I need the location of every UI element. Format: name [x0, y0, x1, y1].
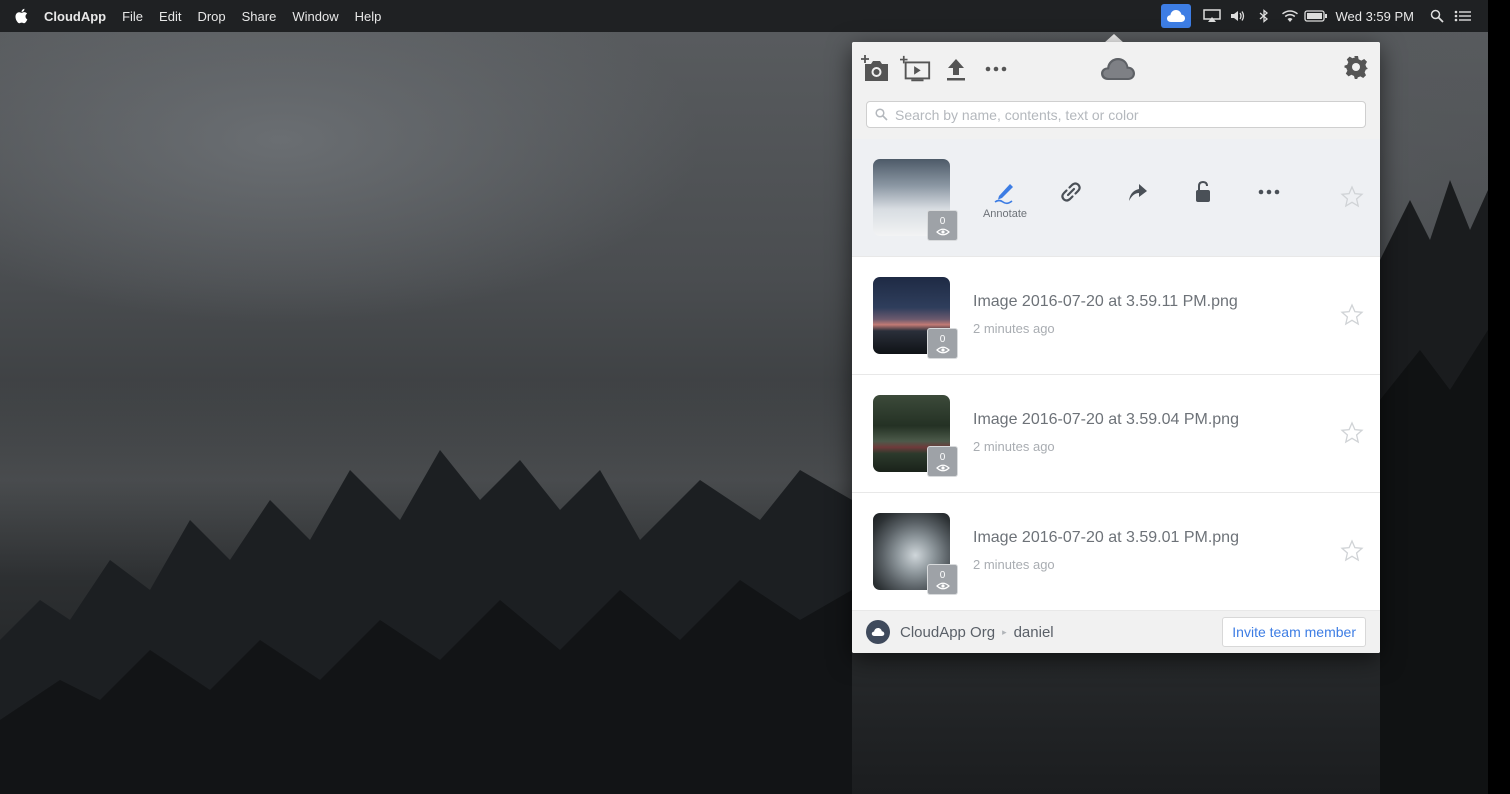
menu-share[interactable]: Share [242, 9, 277, 24]
upload-icon[interactable] [940, 53, 972, 85]
star-icon[interactable] [1340, 539, 1364, 563]
view-count-badge: 0 [927, 328, 958, 359]
item-time: 2 minutes ago [973, 439, 1055, 454]
view-count-badge: 0 [927, 446, 958, 477]
spotlight-search-icon[interactable] [1424, 6, 1450, 26]
menu-edit[interactable]: Edit [159, 9, 181, 24]
cloud-icon[interactable] [1100, 56, 1136, 87]
search-field[interactable] [866, 101, 1366, 128]
wifi-icon[interactable] [1277, 6, 1303, 26]
item-time: 2 minutes ago [973, 321, 1055, 336]
gear-icon[interactable] [1344, 55, 1368, 84]
star-icon[interactable] [1340, 303, 1364, 327]
menu-window[interactable]: Window [292, 9, 338, 24]
user-name[interactable]: daniel [1014, 624, 1054, 641]
toolbar-more-icon[interactable] [980, 53, 1012, 85]
view-count-badge: 0 [927, 564, 958, 595]
popover-footer: CloudApp Org ▸ daniel Invite team member [852, 611, 1380, 653]
screen-edge [1488, 0, 1510, 794]
lock-icon [1196, 180, 1210, 202]
search-input[interactable] [895, 106, 1355, 123]
org-name[interactable]: CloudApp Org [900, 624, 995, 641]
menu-drop[interactable]: Drop [197, 9, 225, 24]
search-icon [875, 107, 889, 122]
link-icon [1061, 182, 1081, 202]
copy-link-button[interactable] [1038, 179, 1104, 229]
record-video-icon[interactable] [900, 53, 932, 85]
eye-icon [935, 464, 950, 471]
status-area: Wed 3:59 PM [1161, 0, 1488, 32]
view-count: 0 [939, 451, 946, 463]
annotate-label: Annotate [982, 208, 1028, 220]
notification-center-icon[interactable] [1450, 6, 1476, 26]
invite-team-member-button[interactable]: Invite team member [1222, 617, 1366, 647]
selected-item-row[interactable]: 0 Annotate [852, 139, 1380, 257]
eye-icon [935, 346, 950, 353]
list-item[interactable]: 0 Image 2016-07-20 at 3.59.01 PM.png 2 m… [852, 493, 1380, 611]
popover-toolbar [852, 42, 1380, 95]
menu-bar: CloudApp File Edit Drop Share Window Hel… [0, 0, 1488, 32]
more-actions-button[interactable] [1236, 179, 1302, 229]
share-icon [1129, 184, 1147, 201]
apple-icon[interactable] [14, 8, 30, 24]
view-count: 0 [939, 569, 946, 581]
breadcrumb-separator-icon: ▸ [1002, 626, 1007, 637]
item-list: 0 Annotate 0 Image 2016-07-20 at 3.59.11… [852, 139, 1380, 611]
view-count: 0 [939, 215, 946, 227]
lock-button[interactable] [1170, 179, 1236, 229]
search-bar [852, 95, 1380, 139]
screenshot-icon[interactable] [860, 53, 892, 85]
annotate-button[interactable]: Annotate [972, 179, 1038, 229]
item-time: 2 minutes ago [973, 557, 1055, 572]
item-name[interactable]: Image 2016-07-20 at 3.59.04 PM.png [973, 411, 1239, 429]
menu-help[interactable]: Help [355, 9, 382, 24]
bluetooth-icon[interactable] [1251, 6, 1277, 26]
item-name[interactable]: Image 2016-07-20 at 3.59.11 PM.png [973, 293, 1238, 311]
item-name[interactable]: Image 2016-07-20 at 3.59.01 PM.png [973, 529, 1239, 547]
airplay-icon[interactable] [1199, 6, 1225, 26]
menu-file[interactable]: File [122, 9, 143, 24]
volume-icon[interactable] [1225, 6, 1251, 26]
cloudapp-popover: 0 Annotate [852, 42, 1380, 653]
view-count: 0 [939, 333, 946, 345]
battery-icon[interactable] [1303, 6, 1329, 26]
item-actions: Annotate [972, 179, 1302, 229]
menu-cloudapp[interactable]: CloudApp [44, 9, 106, 24]
star-icon[interactable] [1340, 421, 1364, 445]
list-item[interactable]: 0 Image 2016-07-20 at 3.59.04 PM.png 2 m… [852, 375, 1380, 493]
menu-clock[interactable]: Wed 3:59 PM [1335, 9, 1414, 24]
star-icon[interactable] [1340, 185, 1364, 209]
share-button[interactable] [1104, 179, 1170, 229]
cloudapp-status-icon[interactable] [1161, 4, 1192, 28]
list-item[interactable]: 0 Image 2016-07-20 at 3.59.11 PM.png 2 m… [852, 257, 1380, 375]
more-icon [1258, 189, 1280, 195]
annotate-icon [994, 184, 1013, 205]
eye-icon [935, 228, 950, 235]
eye-icon [935, 582, 950, 589]
org-cloud-icon[interactable] [866, 620, 890, 644]
view-count-badge: 0 [927, 210, 958, 241]
